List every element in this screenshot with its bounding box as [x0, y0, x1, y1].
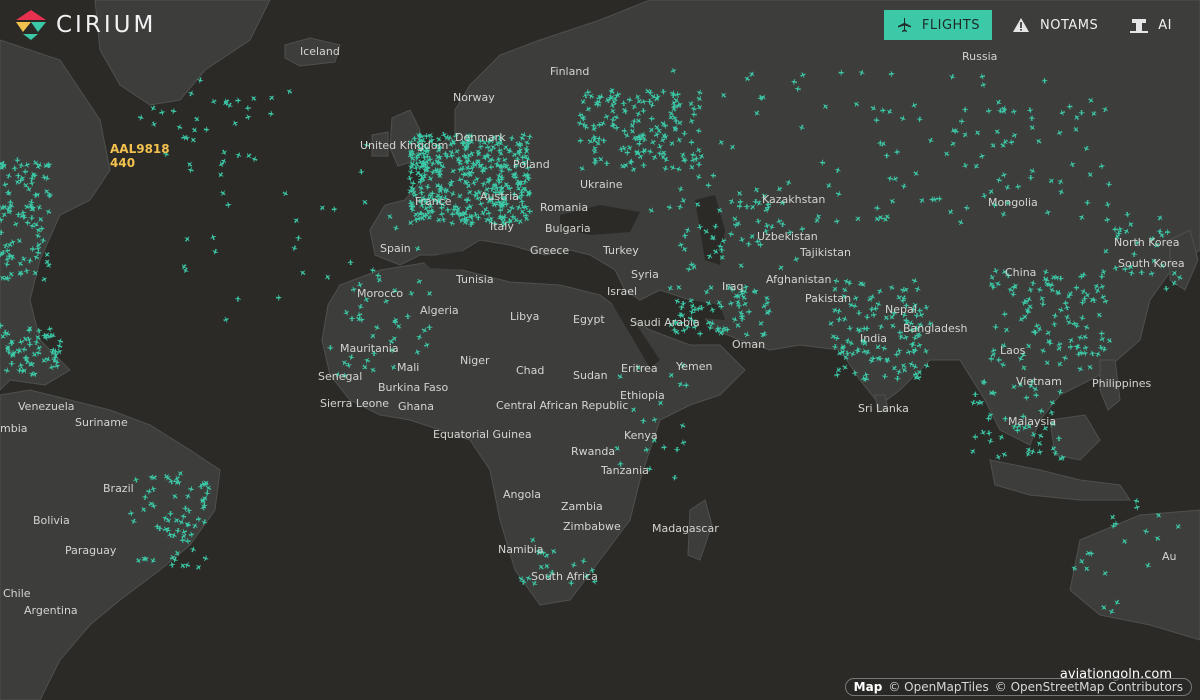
- country-label: Ghana: [398, 400, 434, 413]
- country-label: Kazakhstan: [762, 193, 826, 206]
- country-label: Central African Republic: [496, 399, 629, 412]
- attribution-map: Map: [853, 680, 883, 694]
- notams-tab[interactable]: NOTAMS: [1000, 10, 1110, 40]
- country-label: Burkina Faso: [378, 381, 449, 394]
- country-label: Romania: [540, 201, 589, 214]
- country-label: Tajikistan: [800, 246, 851, 259]
- notams-tab-label: NOTAMS: [1040, 17, 1099, 33]
- warning-triangle-icon: [1012, 17, 1030, 33]
- country-label: Madagascar: [652, 522, 719, 535]
- selected-flight-label[interactable]: AAL9818 440: [110, 142, 170, 170]
- country-label: Namibia: [498, 543, 544, 556]
- country-label: Senegal: [318, 370, 363, 383]
- country-label: Malaysia: [1008, 415, 1057, 428]
- brand-logo[interactable]: CIRIUM: [14, 10, 156, 40]
- country-label: Egypt: [573, 313, 605, 326]
- country-label: Venezuela: [18, 400, 75, 413]
- country-label: Zimbabwe: [563, 520, 621, 533]
- attribution-tiles[interactable]: © OpenMapTiles: [888, 680, 988, 694]
- airport-tower-icon: [1130, 17, 1149, 33]
- flights-tab-label: FLIGHTS: [921, 17, 981, 33]
- country-label: Bangladesh: [903, 322, 968, 335]
- ai-tab-label: AI: [1158, 17, 1172, 33]
- country-label: Nepal: [885, 303, 917, 316]
- flight-callsign: AAL9818: [110, 142, 170, 156]
- country-label: Brazil: [103, 482, 134, 495]
- country-label: Bulgaria: [545, 222, 591, 235]
- country-label: Austria: [480, 190, 519, 203]
- flights-tab[interactable]: FLIGHTS: [883, 10, 993, 40]
- country-label: Mali: [397, 361, 420, 374]
- country-label: Yemen: [676, 360, 713, 373]
- country-label: Ethiopia: [620, 389, 665, 402]
- country-label: Israel: [607, 285, 638, 298]
- country-label: Mauritania: [340, 342, 399, 355]
- country-label: Argentina: [24, 604, 78, 617]
- country-label: Philippines: [1092, 377, 1152, 390]
- country-label: Finland: [550, 65, 590, 78]
- country-label: Iraq: [722, 280, 744, 293]
- country-label: Saudi Arabia: [630, 316, 700, 329]
- country-label: Greece: [530, 244, 570, 257]
- brand-name: CIRIUM: [56, 12, 157, 38]
- country-label: Paraguay: [65, 544, 117, 557]
- country-label: Tanzania: [601, 464, 649, 477]
- country-label: Turkey: [603, 244, 639, 257]
- country-label: Sierra Leone: [320, 397, 390, 410]
- country-label: Laos: [1000, 344, 1026, 357]
- country-label: Uzbekistan: [757, 230, 818, 243]
- country-label: India: [860, 332, 887, 345]
- map-attribution[interactable]: Map © OpenMapTiles © OpenStreetMap Contr…: [844, 678, 1192, 696]
- country-label: Norway: [453, 91, 495, 104]
- country-label: Mongolia: [988, 196, 1038, 209]
- country-label: Chad: [516, 364, 545, 377]
- top-navigation: FLIGHTS NOTAMS AI: [883, 10, 1184, 40]
- country-label: Poland: [513, 158, 550, 171]
- country-label: Eritrea: [621, 362, 658, 375]
- cirium-logo-icon: [16, 10, 46, 40]
- country-label: France: [415, 195, 452, 208]
- country-label: Spain: [380, 242, 411, 255]
- country-label: Angola: [503, 488, 542, 501]
- country-label: Chile: [3, 587, 31, 600]
- country-label: Morocco: [357, 287, 404, 300]
- country-label: North Korea: [1114, 236, 1180, 249]
- flight-map-app: Iceland Finland Russia Norway United Kingdom…: [0, 0, 1200, 700]
- country-label: Ukraine: [580, 178, 623, 191]
- country-label: South Korea: [1118, 257, 1185, 270]
- flight-value: 440: [110, 156, 136, 170]
- country-label: Suriname: [75, 416, 128, 429]
- country-label: South Africa: [531, 570, 598, 583]
- attribution-osm[interactable]: © OpenStreetMap Contributors: [995, 680, 1183, 694]
- country-label: Niger: [460, 354, 490, 367]
- country-label: Kenya: [624, 429, 658, 442]
- country-label: Italy: [490, 220, 514, 233]
- ai-tab[interactable]: AI: [1118, 10, 1184, 40]
- country-label: Russia: [962, 50, 998, 63]
- country-label: Bolivia: [33, 514, 70, 527]
- airplane-icon: [896, 17, 912, 33]
- country-label: Oman: [732, 338, 766, 351]
- country-label: China: [1005, 266, 1037, 279]
- country-label: Iceland: [300, 45, 340, 58]
- country-label: Syria: [631, 268, 659, 281]
- country-label: Libya: [510, 310, 540, 323]
- country-label: United Kingdom: [360, 139, 449, 152]
- country-label: Sri Lanka: [858, 402, 909, 415]
- country-label: Equatorial Guinea: [433, 428, 532, 441]
- country-label: Sudan: [573, 369, 608, 382]
- country-label: Denmark: [455, 131, 506, 144]
- country-label: Vietnam: [1016, 375, 1062, 388]
- country-label: Algeria: [420, 304, 459, 317]
- country-label: Afghanistan: [766, 273, 832, 286]
- country-label: Rwanda: [571, 445, 616, 458]
- country-label: Au: [1162, 550, 1177, 563]
- country-label: mbia: [0, 422, 28, 435]
- country-label: Pakistan: [805, 292, 852, 305]
- country-label: Zambia: [561, 500, 603, 513]
- country-label: Tunisia: [456, 273, 494, 286]
